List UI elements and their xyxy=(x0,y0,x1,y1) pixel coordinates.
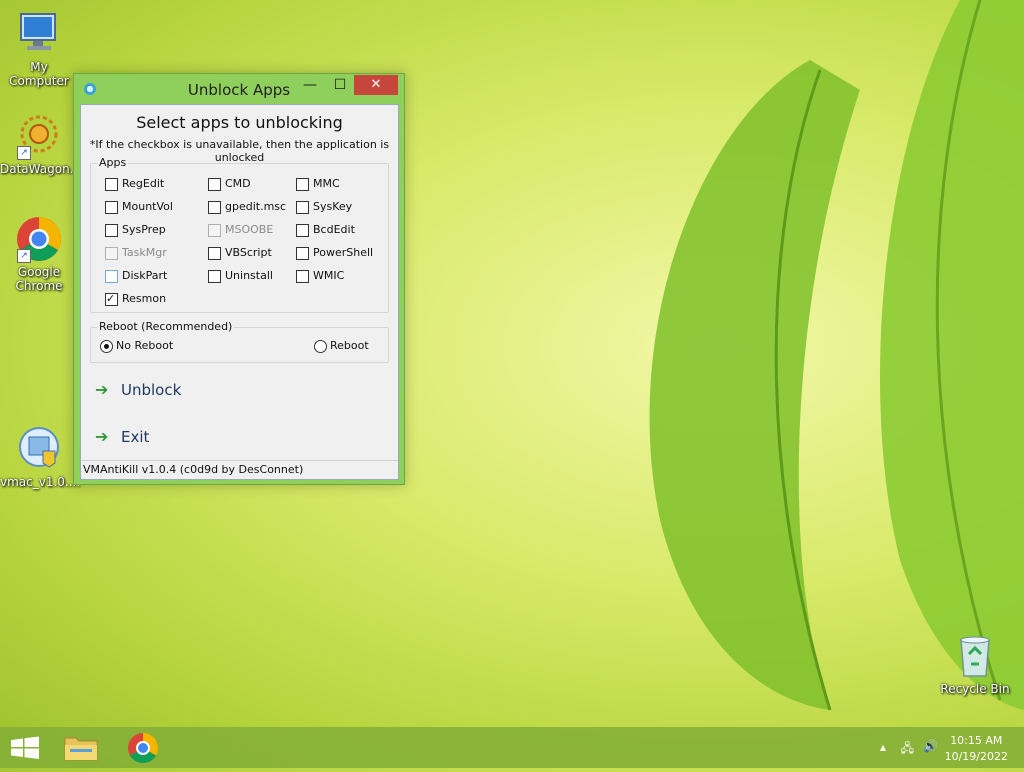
apps-group: Apps RegEdit CMD MMC MountVol gpedit.msc… xyxy=(90,156,389,313)
checkbox-box xyxy=(208,247,221,260)
green-arrow-icon: ➔ xyxy=(95,427,109,446)
exit-button[interactable]: ➔ Exit xyxy=(95,426,149,448)
checkbox-mmc[interactable]: MMC xyxy=(296,176,340,192)
network-icon[interactable]: 🖧 xyxy=(901,739,914,760)
datawagon-icon: ↗ xyxy=(15,112,63,160)
installer-icon xyxy=(15,425,63,473)
checkbox-box xyxy=(105,270,118,283)
folder-icon xyxy=(64,737,98,761)
minimize-button[interactable]: — xyxy=(296,75,324,95)
shortcut-arrow-icon: ↗ xyxy=(17,249,31,263)
maximize-button[interactable]: ☐ xyxy=(326,75,354,95)
clock-date: 10/19/2022 xyxy=(944,750,1008,763)
heading: Select apps to unblocking xyxy=(136,113,343,132)
radio-dot xyxy=(100,340,113,353)
availability-note: *If the checkbox is unavailable, then th… xyxy=(89,138,390,164)
clock[interactable]: 10:15 AM 10/19/2022 xyxy=(945,733,1008,765)
windows-logo-icon xyxy=(11,736,39,759)
checkbox-box xyxy=(296,247,309,260)
checkbox-box xyxy=(296,224,309,237)
checkbox-box xyxy=(208,224,221,237)
checkbox-box xyxy=(105,247,118,260)
chrome-icon: ↗ xyxy=(15,215,63,263)
recycle-bin-icon xyxy=(951,632,999,680)
checkbox-box xyxy=(208,201,221,214)
checkbox-box xyxy=(105,178,118,191)
checkbox-sysprep[interactable]: SysPrep xyxy=(105,222,166,238)
checkbox-box xyxy=(208,270,221,283)
status-bar: VMAntiKill v1.0.4 (c0d9d by DesConnet) xyxy=(81,460,398,479)
checkbox-taskmgr: TaskMgr xyxy=(105,245,167,261)
reboot-group-label: Reboot (Recommended) xyxy=(97,320,235,333)
checkbox-cmd[interactable]: CMD xyxy=(208,176,251,192)
volume-icon[interactable]: 🔊 xyxy=(923,739,938,753)
desktop-icon-recycle-bin[interactable]: Recycle Bin xyxy=(936,632,1014,696)
green-arrow-icon: ➔ xyxy=(95,380,109,399)
taskbar: ▲ 🖧 🔊 10:15 AM 10/19/2022 xyxy=(0,727,1024,768)
checkbox-mountvol[interactable]: MountVol xyxy=(105,199,173,215)
checkbox-box xyxy=(105,224,118,237)
taskbar-file-explorer[interactable] xyxy=(56,727,106,768)
checkbox-powershell[interactable]: PowerShell xyxy=(296,245,373,261)
checkbox-box xyxy=(208,178,221,191)
unblock-apps-window: Unblock Apps — ☐ ✕ Select apps to unbloc… xyxy=(73,73,405,485)
clock-time: 10:15 AM xyxy=(950,734,1003,747)
chrome-icon xyxy=(128,733,159,764)
checkbox-box xyxy=(296,270,309,283)
window-client-area: Select apps to unblocking *If the checkb… xyxy=(80,104,399,480)
taskbar-chrome[interactable] xyxy=(118,727,168,768)
checkbox-gpedit[interactable]: gpedit.msc xyxy=(208,199,286,215)
close-button[interactable]: ✕ xyxy=(354,75,398,95)
desktop-icon-google-chrome[interactable]: ↗ Google Chrome xyxy=(0,215,78,293)
checkbox-wmic[interactable]: WMIC xyxy=(296,268,344,284)
checkbox-vbscript[interactable]: VBScript xyxy=(208,245,272,261)
checkbox-msoobe: MSOOBE xyxy=(208,222,273,238)
unblock-button[interactable]: ➔ Unblock xyxy=(95,379,181,401)
reboot-group: Reboot (Recommended) No Reboot Reboot xyxy=(90,320,389,363)
radio-no-reboot[interactable]: No Reboot xyxy=(100,338,173,354)
desktop-icon-datawagon[interactable]: ↗ DataWagon... xyxy=(0,112,81,176)
shortcut-arrow-icon: ↗ xyxy=(17,146,31,160)
desktop-icon-my-computer[interactable]: My Computer xyxy=(0,10,78,88)
checkbox-uninstall[interactable]: Uninstall xyxy=(208,268,273,284)
checkbox-regedit[interactable]: RegEdit xyxy=(105,176,164,192)
apps-group-label: Apps xyxy=(97,156,129,169)
checkbox-syskey[interactable]: SysKey xyxy=(296,199,352,215)
title-bar[interactable]: Unblock Apps — ☐ ✕ xyxy=(74,74,404,104)
show-hidden-icons-button[interactable]: ▲ xyxy=(880,743,886,752)
radio-reboot[interactable]: Reboot xyxy=(314,338,369,354)
checkbox-box xyxy=(296,201,309,214)
checkbox-bcdedit[interactable]: BcdEdit xyxy=(296,222,355,238)
monitor-icon xyxy=(15,10,63,58)
desktop-icon-vmac[interactable]: vmac_v1.0.... xyxy=(0,425,80,489)
checkbox-box xyxy=(296,178,309,191)
start-button[interactable] xyxy=(0,727,50,768)
checkbox-box xyxy=(105,291,118,307)
checkbox-diskpart[interactable]: DiskPart xyxy=(105,268,167,284)
checkbox-box xyxy=(105,201,118,214)
radio-dot xyxy=(314,340,327,353)
checkbox-resmon[interactable]: Resmon xyxy=(105,291,166,307)
